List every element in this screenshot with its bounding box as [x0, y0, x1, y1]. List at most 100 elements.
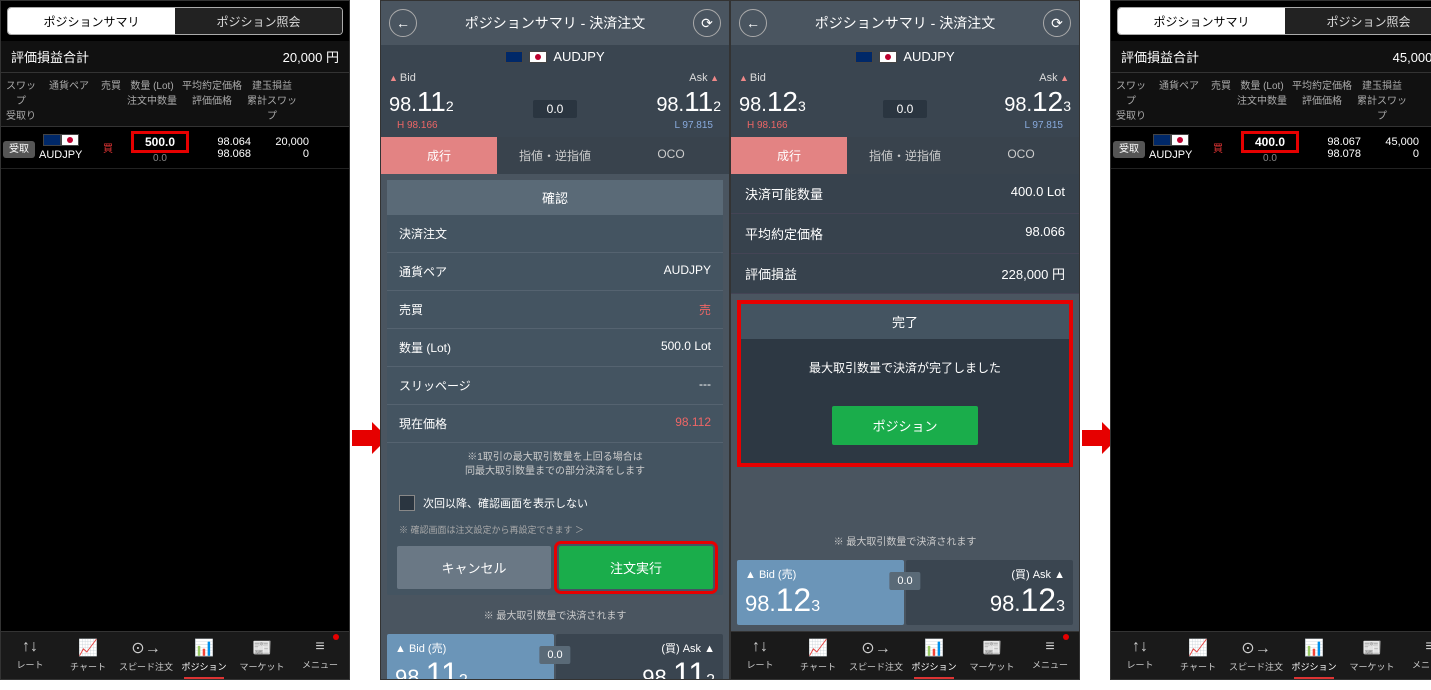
confirm-panel: 確認 決済注文 通貨ペアAUDJPY 売買売 数量 (Lot)500.0 Lot… [387, 180, 723, 595]
back-icon[interactable]: ← [389, 9, 417, 37]
row-available-lot: 決済可能数量 [745, 184, 823, 203]
cum-swap: 0 [1361, 148, 1419, 160]
nav-rate[interactable]: ↑↓レート [1, 632, 59, 679]
nav-speed[interactable]: ⊙→スピード注文 [1227, 632, 1285, 679]
flag-jp-icon [61, 134, 79, 146]
flag-au-icon [43, 134, 61, 146]
eval-price: 98.078 [1299, 148, 1361, 160]
tab-limit-stop[interactable]: 指値・逆指値 [847, 137, 963, 174]
small-note[interactable]: ※ 確認画面は注文設定から再設定できます ＞ [387, 519, 723, 540]
tab-oco[interactable]: OCO [613, 137, 729, 174]
row-close-order: 決済注文 [399, 225, 447, 242]
footer-note: ※ 最大取引数量で決済されます [381, 601, 729, 628]
position-row[interactable]: 受取 AUDJPY 買 400.0 0.0 98.067 98.078 45,0… [1111, 127, 1431, 169]
tab-position-inquiry[interactable]: ポジション照会 [1285, 8, 1431, 34]
page-title: ポジションサマリ - 決済注文 [815, 13, 995, 33]
execute-button[interactable]: 注文実行 [559, 546, 713, 589]
nav-speed[interactable]: ⊙→スピード注文 [847, 632, 905, 679]
checkbox-icon[interactable] [399, 495, 415, 511]
page-title: ポジションサマリ - 決済注文 [465, 13, 645, 33]
swap-tag[interactable]: 受取 [1113, 141, 1145, 158]
bid-sell-button[interactable]: ▲ Bid (売) 98.112 [387, 634, 554, 680]
nav-speed[interactable]: ⊙→スピード注文 [117, 632, 175, 679]
nav-market[interactable]: 📰マーケット [1343, 632, 1401, 679]
position-pl: 20,000 [251, 136, 309, 148]
nav-market[interactable]: 📰マーケット [963, 632, 1021, 679]
swap-tag[interactable]: 受取 [3, 141, 35, 158]
bid-sell-button[interactable]: ▲ Bid (売) 98.123 [737, 560, 904, 625]
row-lot: 数量 (Lot) [399, 339, 451, 356]
back-icon[interactable]: ← [739, 9, 767, 37]
nav-chart[interactable]: 📈チャート [789, 632, 847, 679]
confirm-header: 確認 [387, 180, 723, 215]
tab-limit-stop[interactable]: 指値・逆指値 [497, 137, 613, 174]
tab-market[interactable]: 成行 [731, 137, 847, 174]
nav-chart[interactable]: 📈チャート [59, 632, 117, 679]
footer-note: ※ 最大取引数量で決済されます [731, 527, 1079, 554]
flag-jp-icon [529, 51, 547, 63]
flag-au-icon [505, 51, 523, 63]
bid-block: ▲Bid 98.112 [389, 68, 454, 118]
pair-name: AUDJPY [903, 49, 954, 64]
row-current-price: 現在価格 [399, 415, 447, 432]
pair-name: AUDJPY [1149, 149, 1192, 161]
hdr-swap: スワップ 受取り [3, 77, 39, 122]
flag-au-icon [855, 51, 873, 63]
price-header: AUDJPY ▲Bid 98.123 0.0 Ask ▲ 98.123 H 98… [731, 45, 1079, 137]
cum-swap: 0 [251, 148, 309, 160]
row-buysell: 売買 [399, 301, 423, 318]
nav-position[interactable]: 📊ポジション [905, 632, 963, 679]
spread-mid: 0.0 [889, 572, 920, 590]
done-title: 完了 [741, 304, 1069, 339]
top-segment: ポジションサマリ ポジション照会 [7, 7, 343, 35]
ask-buy-button[interactable]: (買) Ask ▲ 98.112 [556, 634, 723, 680]
hdr-bs: 売買 [99, 77, 123, 122]
nav-menu[interactable]: ≡メニュー [1021, 632, 1079, 679]
position-pl: 45,000 [1361, 136, 1419, 148]
header-bar: ← ポジションサマリ - 決済注文 ⟳ [731, 1, 1079, 45]
big-price-footer: ▲ Bid (売) 98.123 0.0 (買) Ask ▲ 98.123 [731, 554, 1079, 631]
nav-position[interactable]: 📊ポジション [175, 632, 233, 679]
nav-menu[interactable]: ≡メニュー [291, 632, 349, 679]
position-row[interactable]: 受取 AUDJPY 買 500.0 0.0 98.064 98.068 20,0… [1, 127, 349, 169]
checkbox-row[interactable]: 次回以降、確認画面を表示しない [387, 487, 723, 519]
tab-market[interactable]: 成行 [381, 137, 497, 174]
high-label: H 98.166 [747, 120, 788, 131]
high-label: H 98.166 [397, 120, 438, 131]
tab-position-summary[interactable]: ポジションサマリ [8, 8, 175, 34]
flag-au-icon [1153, 134, 1171, 146]
cancel-button[interactable]: キャンセル [397, 546, 551, 589]
spread-box: 0.0 [533, 100, 578, 118]
checkbox-label: 次回以降、確認画面を表示しない [423, 495, 588, 511]
column-headers: スワップ 受取り 通貨ペア 売買 数量 (Lot) 注文中数量 平均約定価格 評… [1, 73, 349, 127]
eval-price: 98.068 [189, 148, 251, 160]
nav-rate[interactable]: ↑↓レート [1111, 632, 1169, 679]
ask-buy-button[interactable]: (買) Ask ▲ 98.123 [906, 560, 1073, 625]
nav-chart[interactable]: 📈チャート [1169, 632, 1227, 679]
pair-cell: AUDJPY [39, 134, 99, 161]
pl-label: 評価損益合計 [1121, 47, 1199, 66]
nav-menu[interactable]: ≡メニュー [1401, 632, 1431, 679]
order-type-tabs: 成行 指値・逆指値 OCO [731, 137, 1079, 174]
position-button[interactable]: ポジション [832, 406, 977, 445]
nav-position[interactable]: 📊ポジション [1285, 632, 1343, 679]
nav-market[interactable]: 📰マーケット [233, 632, 291, 679]
tab-position-inquiry[interactable]: ポジション照会 [175, 8, 342, 34]
spread-box: 0.0 [883, 100, 928, 118]
screen-4-position-summary-after: ポジションサマリ ポジション照会 評価損益合計 45,000 円 スワップ 受取… [1110, 0, 1431, 680]
ask-block: Ask ▲ 98.112 [656, 68, 721, 118]
pair-name: AUDJPY [39, 149, 82, 161]
refresh-icon[interactable]: ⟳ [693, 9, 721, 37]
bottom-nav: ↑↓レート 📈チャート ⊙→スピード注文 📊ポジション 📰マーケット ≡メニュー [731, 631, 1079, 679]
nav-rate[interactable]: ↑↓レート [731, 632, 789, 679]
ask-block: Ask ▲ 98.123 [1004, 68, 1071, 118]
refresh-icon[interactable]: ⟳ [1043, 9, 1071, 37]
tab-oco[interactable]: OCO [963, 137, 1079, 174]
header-bar: ← ポジションサマリ - 決済注文 ⟳ [381, 1, 729, 45]
bid-block: ▲Bid 98.123 [739, 68, 806, 118]
top-segment: ポジションサマリ ポジション照会 [1117, 7, 1431, 35]
order-type-tabs: 成行 指値・逆指値 OCO [381, 137, 729, 174]
lot-box-highlighted: 500.0 [131, 131, 189, 153]
pl-value: 20,000 円 [283, 47, 339, 66]
tab-position-summary[interactable]: ポジションサマリ [1118, 8, 1285, 34]
